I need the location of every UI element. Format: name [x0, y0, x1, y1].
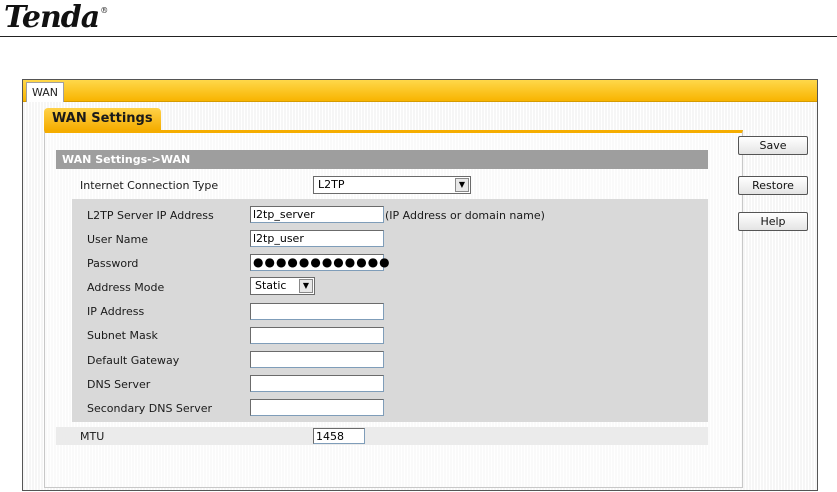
gateway-label: Default Gateway: [87, 354, 180, 367]
save-button[interactable]: Save: [738, 136, 808, 155]
header-divider: [0, 36, 837, 37]
connection-type-row: Internet Connection Type L2TP ▼: [56, 175, 708, 195]
address-mode-value: Static: [255, 279, 287, 292]
ip-input[interactable]: [250, 303, 384, 320]
server-hint: (IP Address or domain name): [385, 209, 545, 222]
dns-input[interactable]: [250, 375, 384, 392]
server-label: L2TP Server IP Address: [87, 209, 214, 222]
ip-label: IP Address: [87, 305, 145, 318]
username-label: User Name: [87, 233, 149, 246]
triangle-down-icon[interactable]: ▼: [299, 279, 313, 293]
mtu-label: MTU: [80, 430, 105, 443]
subnet-input[interactable]: [250, 327, 384, 344]
l2tp-settings-group: L2TP Server IP Address l2tp_server (IP A…: [72, 199, 708, 422]
mtu-row: MTU 1458: [56, 427, 708, 445]
dns2-input[interactable]: [250, 399, 384, 416]
mtu-input[interactable]: 1458: [313, 428, 365, 444]
gateway-input[interactable]: [250, 351, 384, 368]
section-header: WAN Settings->WAN: [56, 150, 708, 169]
address-mode-label: Address Mode: [87, 281, 165, 294]
registered-mark: ®: [100, 6, 108, 15]
dns2-label: Secondary DNS Server: [87, 402, 213, 415]
address-mode-select[interactable]: Static ▼: [250, 277, 315, 295]
connection-type-select[interactable]: L2TP ▼: [313, 176, 471, 194]
connection-type-label: Internet Connection Type: [80, 179, 219, 192]
subtab-wan-settings[interactable]: WAN Settings: [44, 108, 161, 130]
server-input[interactable]: l2tp_server: [250, 206, 384, 223]
subnet-label: Subnet Mask: [87, 329, 158, 342]
triangle-down-icon[interactable]: ▼: [455, 178, 469, 192]
password-label: Password: [87, 257, 139, 270]
connection-type-value: L2TP: [318, 178, 345, 191]
tab-bar: WAN: [23, 80, 817, 103]
help-button[interactable]: Help: [738, 212, 808, 231]
dns-label: DNS Server: [87, 378, 151, 391]
password-input[interactable]: ●●●●●●●●●●●●: [250, 254, 390, 271]
username-input[interactable]: l2tp_user: [250, 230, 384, 247]
tenda-logo: Tenda®: [4, 0, 108, 35]
logo-text: Tenda: [4, 0, 100, 35]
tab-wan[interactable]: WAN: [26, 82, 64, 103]
restore-button[interactable]: Restore: [738, 176, 808, 195]
